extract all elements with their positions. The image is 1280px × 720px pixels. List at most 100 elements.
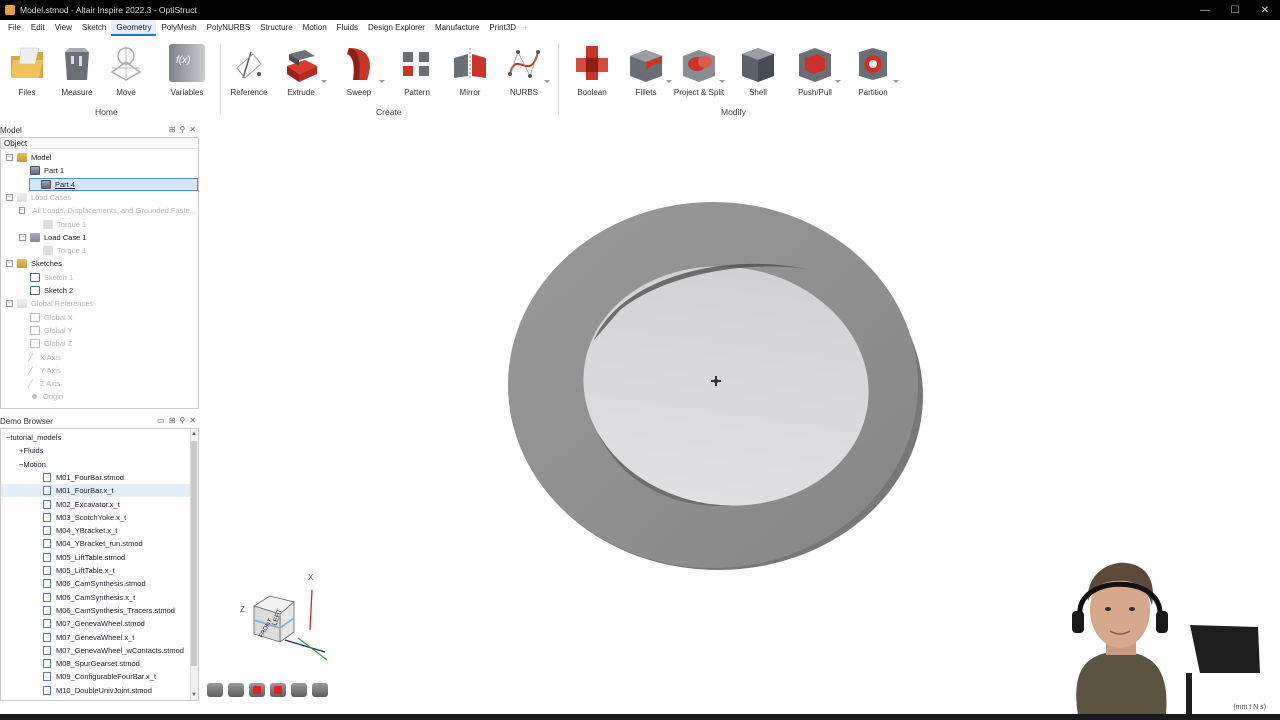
- demo-list-item[interactable]: M08_SpurGearset.stmod: [1, 657, 191, 670]
- scroll-thumb[interactable]: [191, 441, 197, 666]
- move-tool[interactable]: Move: [100, 44, 152, 97]
- demo-list-item[interactable]: M06_CamSynthesis.x_t: [1, 591, 191, 604]
- search-icon[interactable]: ⚲: [179, 416, 185, 425]
- demo-list-item[interactable]: M10_DoubleUnivJoint.stmod: [1, 684, 191, 697]
- demo-list-item[interactable]: M04_YBracket_run.stmod: [1, 537, 191, 550]
- tree-item[interactable]: Torque 1: [1, 244, 191, 257]
- pin-icon[interactable]: ⊞: [169, 416, 176, 425]
- tree-item[interactable]: − All Loads, Displacements, and Grounded …: [1, 204, 196, 217]
- folder-open-icon[interactable]: ▭: [157, 416, 165, 425]
- demo-list-item[interactable]: M03_ScotchYoke.x_t: [1, 511, 191, 524]
- demo-list-item[interactable]: M05_LiftTable.stmod: [1, 551, 191, 564]
- fillets-tool[interactable]: Fillets: [620, 44, 672, 97]
- menu-fluids[interactable]: Fluids: [332, 20, 363, 36]
- tree-item[interactable]: X Axis: [1, 351, 191, 364]
- partition-dropdown-icon[interactable]: [893, 80, 899, 83]
- demo-list-item[interactable]: M09_ConfigurableFourBar.x_t: [1, 670, 191, 683]
- search-icon[interactable]: ⚲: [179, 125, 185, 134]
- menu-design-explorer[interactable]: Design Explorer: [363, 20, 430, 36]
- reference-tool[interactable]: Reference: [223, 44, 275, 97]
- tree-item[interactable]: − Load Cases: [1, 191, 191, 204]
- partition-tool[interactable]: Partition: [847, 44, 899, 97]
- mirror-tool[interactable]: Mirror: [444, 44, 496, 97]
- menu-manufacture[interactable]: Manufacture: [430, 20, 484, 36]
- collapse-icon[interactable]: −: [6, 260, 13, 268]
- close-icon[interactable]: ✕: [189, 416, 196, 425]
- pattern-tool[interactable]: Pattern: [391, 44, 443, 97]
- files-tool[interactable]: Files: [1, 44, 53, 97]
- minimize-button[interactable]: —: [1190, 0, 1220, 20]
- measure-tool[interactable]: Measure: [51, 44, 103, 97]
- add-tab-icon[interactable]: +: [523, 23, 528, 33]
- extrude-dropdown-icon[interactable]: [321, 80, 327, 83]
- shell-tool[interactable]: Shell: [732, 44, 784, 97]
- fillets-dropdown-icon[interactable]: [666, 80, 672, 83]
- sweep-tool[interactable]: Sweep: [333, 44, 385, 97]
- demo-list-item[interactable]: M02_Excavator.x_t: [1, 498, 191, 511]
- tree-item[interactable]: Sketch 2: [1, 284, 191, 297]
- tree-item[interactable]: − Global References: [1, 297, 191, 310]
- tree-item[interactable]: Origin: [1, 390, 191, 403]
- collapse-icon[interactable]: −: [19, 207, 25, 215]
- tree-item[interactable]: Global X: [1, 311, 191, 324]
- nurbs-tool[interactable]: NURBS: [498, 44, 550, 97]
- render-mode-icon[interactable]: [270, 683, 286, 697]
- demo-list-item[interactable]: M05_LiftTable.x_t: [1, 564, 191, 577]
- tree-item[interactable]: Global Z: [1, 337, 191, 350]
- maximize-button[interactable]: ☐: [1220, 0, 1250, 20]
- demo-list-item[interactable]: M01_FourBar.stmod: [1, 471, 191, 484]
- collapse-icon[interactable]: −: [19, 233, 26, 241]
- nurbs-dropdown-icon[interactable]: [544, 80, 550, 83]
- project-split-tool[interactable]: Project & Split: [673, 44, 725, 97]
- demo-list-item[interactable]: M01_FourBar.x_t: [1, 484, 191, 498]
- close-icon[interactable]: ✕: [189, 125, 196, 134]
- tree-item[interactable]: Z Axis: [1, 377, 191, 390]
- demo-list-item[interactable]: + Fluids: [1, 444, 191, 457]
- isolate-icon[interactable]: [228, 683, 244, 697]
- menu-structure[interactable]: Structure: [255, 20, 297, 36]
- tree-item[interactable]: Part 4: [29, 177, 198, 191]
- tree-item[interactable]: − Load Case 1: [1, 231, 191, 244]
- sweep-dropdown-icon[interactable]: [379, 80, 385, 83]
- tree-item[interactable]: − Model: [1, 151, 191, 164]
- menu-print3d[interactable]: Print3D: [484, 20, 521, 36]
- section-cut-icon[interactable]: [249, 683, 265, 697]
- push-pull-tool[interactable]: Push/Pull: [789, 44, 841, 97]
- pin-icon[interactable]: ⊞: [169, 125, 176, 134]
- close-button[interactable]: ✕: [1250, 0, 1280, 20]
- scroll-down-icon[interactable]: ▼: [191, 691, 197, 699]
- demo-scrollbar[interactable]: ▲ ▼: [190, 429, 198, 700]
- menu-geometry[interactable]: Geometry: [111, 20, 157, 36]
- menu-file[interactable]: File: [3, 20, 26, 36]
- tree-item[interactable]: − Sketches: [1, 257, 191, 270]
- demo-list-item[interactable]: − tutorial_models: [1, 431, 191, 444]
- demo-list-item[interactable]: M04_YBracket.x_t: [1, 524, 191, 537]
- tree-item[interactable]: Global Y: [1, 324, 191, 337]
- demo-list-item[interactable]: − Motion: [1, 458, 191, 471]
- demo-list-item[interactable]: M07_GenevaWheel.x_t: [1, 631, 191, 644]
- extrude-tool[interactable]: Extrude: [275, 44, 327, 97]
- menu-edit[interactable]: Edit: [26, 20, 50, 36]
- menu-view[interactable]: View: [50, 20, 77, 36]
- demo-list-item[interactable]: M07_GenevaWheel.stmod: [1, 617, 191, 630]
- tree-item[interactable]: Torque 1: [1, 218, 191, 231]
- camera-icon[interactable]: [312, 683, 328, 697]
- tree-item[interactable]: Y Axis: [1, 364, 191, 377]
- view-cube[interactable]: LEFT FRONT X Z: [240, 573, 328, 661]
- menu-sketch[interactable]: Sketch: [77, 20, 111, 36]
- demo-list-item[interactable]: M06_CamSynthesis.stmod: [1, 577, 191, 590]
- push-pull-dropdown-icon[interactable]: [835, 80, 841, 83]
- demo-list-item[interactable]: M06_CamSynthesis_Tracers.stmod: [1, 604, 191, 617]
- collapse-icon[interactable]: −: [6, 193, 13, 201]
- collapse-icon[interactable]: −: [6, 154, 13, 161]
- demo-list-item[interactable]: M07_GenevaWheel_wContacts.stmod: [1, 644, 191, 657]
- menu-motion[interactable]: Motion: [298, 20, 332, 36]
- scroll-up-icon[interactable]: ▲: [191, 430, 197, 438]
- variables-tool[interactable]: f(x) Variables: [161, 44, 213, 97]
- menu-polymesh[interactable]: PolyMesh: [156, 20, 201, 36]
- collapse-icon[interactable]: −: [6, 300, 13, 308]
- units-indicator[interactable]: (mm t N s): [1233, 704, 1266, 711]
- tree-item[interactable]: Sketch 1: [1, 271, 191, 284]
- zoom-icon[interactable]: [291, 683, 307, 697]
- show-hide-icon[interactable]: [207, 683, 223, 697]
